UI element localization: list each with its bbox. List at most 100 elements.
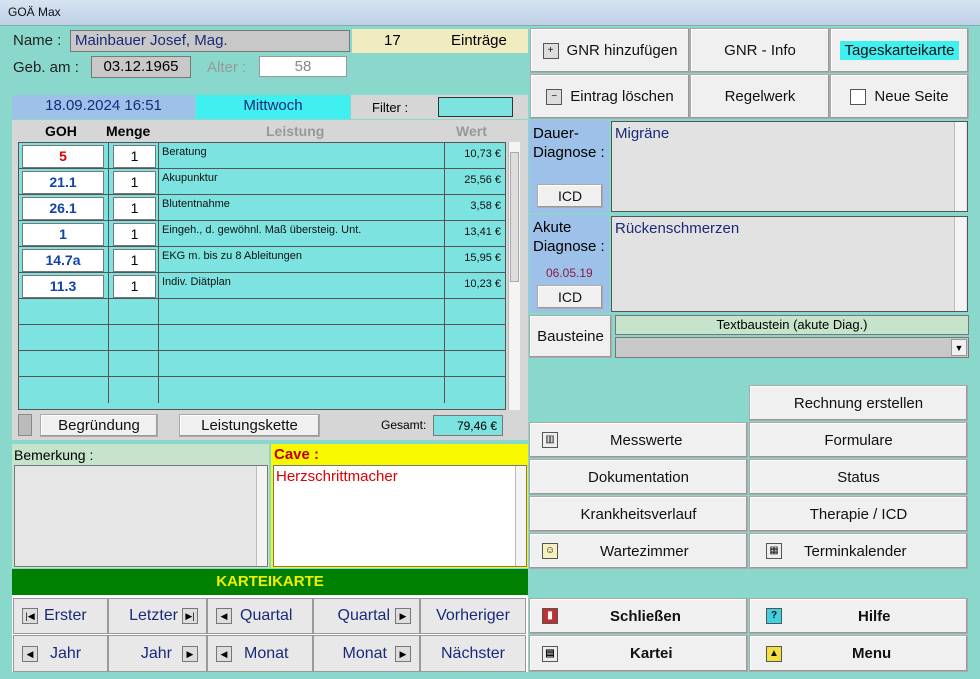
- akut-icd-button[interactable]: ICD: [537, 285, 603, 309]
- wert-cell: 25,56 €: [464, 174, 501, 186]
- goh-cell[interactable]: 1: [22, 223, 104, 246]
- gnr-add-button[interactable]: + GNR hinzufügen: [530, 28, 690, 73]
- wert-cell: 15,95 €: [464, 252, 501, 264]
- title-bar: GOÄ Max: [0, 0, 980, 26]
- nav-quarter-next-button[interactable]: Quartal ▶: [313, 598, 420, 634]
- messwerte-button[interactable]: ▥ Messwerte: [529, 422, 748, 458]
- leistung-cell: Akupunktur: [162, 172, 218, 184]
- terminkalender-button[interactable]: ▦ Terminkalender: [749, 533, 968, 569]
- nav-label: Letzter: [129, 607, 178, 624]
- formulare-button[interactable]: Formulare: [749, 422, 968, 458]
- regelwerk-button[interactable]: Regelwerk: [690, 74, 830, 119]
- dauer-scrollbar[interactable]: [954, 122, 966, 211]
- therapie-button[interactable]: Therapie / ICD: [749, 496, 968, 532]
- entry-delete-button[interactable]: − Eintrag löschen: [530, 74, 690, 119]
- goh-cell[interactable]: 5: [22, 145, 104, 168]
- dauer-diagnose-field[interactable]: Migräne: [611, 121, 968, 212]
- exit-door-icon: ▮: [542, 608, 558, 624]
- nav-first-button[interactable]: |◀ Erster: [13, 598, 108, 634]
- patient-name-field[interactable]: Mainbauer Josef, Mag.: [70, 30, 350, 52]
- menge-cell[interactable]: 1: [113, 171, 156, 194]
- wartezimmer-button[interactable]: ☺ Wartezimmer: [529, 533, 748, 569]
- textbaustein-select[interactable]: ▼: [615, 337, 969, 358]
- entries-count: 17: [384, 32, 401, 49]
- begruendung-button[interactable]: Begründung: [40, 414, 158, 437]
- filter-input[interactable]: [438, 97, 513, 117]
- col-wert: Wert: [456, 123, 487, 139]
- empty-row[interactable]: [19, 377, 505, 403]
- col-leistung: Leistung: [266, 123, 325, 139]
- nav-quarter-prev-button[interactable]: ◀ Quartal: [207, 598, 313, 634]
- goh-cell[interactable]: 14.7a: [22, 249, 104, 272]
- menge-cell[interactable]: 1: [113, 145, 156, 168]
- nav-label: Monat: [244, 644, 289, 662]
- empty-row[interactable]: [19, 351, 505, 377]
- leistung-cell: EKG m. bis zu 8 Ableitungen: [162, 250, 303, 262]
- leistung-cell: Beratung: [162, 146, 207, 158]
- tageskarte-button[interactable]: Tageskarteikarte: [830, 28, 969, 73]
- menge-cell[interactable]: 1: [113, 275, 156, 298]
- wert-cell: 13,41 €: [464, 226, 501, 238]
- goh-cell[interactable]: 21.1: [22, 171, 104, 194]
- empty-row[interactable]: [19, 325, 505, 351]
- shapes-menu-icon: ▲: [766, 645, 782, 662]
- nav-previous-button[interactable]: Vorheriger: [420, 598, 526, 634]
- bausteine-button[interactable]: Bausteine: [529, 315, 612, 358]
- akut-date: 06.05.19: [546, 266, 593, 280]
- plus-icon: +: [542, 42, 559, 59]
- menge-cell[interactable]: 1: [113, 197, 156, 220]
- table-row[interactable]: 1 1 Eingeh., d. gewöhnl. Maß übersteig. Un…: [19, 221, 505, 247]
- dauer-icd-button[interactable]: ICD: [537, 184, 603, 208]
- calendar-icon: ▦: [766, 543, 782, 559]
- table-row[interactable]: 26.1 1 Blutentnahme 3,58 €: [19, 195, 505, 221]
- filter-bar: Filter :: [351, 95, 528, 119]
- schliessen-label: Schließen: [610, 607, 681, 625]
- chevron-down-icon[interactable]: ▼: [951, 339, 967, 356]
- minus-icon: −: [546, 88, 563, 105]
- row-selector[interactable]: [18, 414, 32, 436]
- gnr-info-button[interactable]: GNR - Info: [690, 28, 830, 73]
- menge-cell[interactable]: 1: [113, 223, 156, 246]
- status-button[interactable]: Status: [749, 459, 968, 495]
- empty-row[interactable]: [19, 299, 505, 325]
- age-field[interactable]: 58: [259, 56, 347, 77]
- rechnung-button[interactable]: Rechnung erstellen: [749, 385, 968, 421]
- akut-scrollbar[interactable]: [954, 217, 966, 311]
- goh-cell[interactable]: 26.1: [22, 197, 104, 220]
- dob-label: Geb. am :: [13, 59, 79, 76]
- krankheitsverlauf-button[interactable]: Krankheitsverlauf: [529, 496, 748, 532]
- messwerte-label: Messwerte: [610, 431, 683, 449]
- table-row[interactable]: 11.3 1 Indiv. Diätplan 10,23 €: [19, 273, 505, 299]
- nav-label: Monat: [342, 644, 387, 662]
- dob-field[interactable]: 03.12.1965: [91, 56, 191, 78]
- nav-last-button[interactable]: Letzter ▶|: [108, 598, 207, 634]
- akut-diagnose-field[interactable]: Rückenschmerzen: [611, 216, 968, 312]
- table-row[interactable]: 14.7a 1 EKG m. bis zu 8 Ableitungen 15,95 €: [19, 247, 505, 273]
- nav-year-next-button[interactable]: Jahr ▶: [108, 635, 207, 672]
- bemerkung-textarea[interactable]: [14, 465, 268, 567]
- schliessen-button[interactable]: ▮ Schließen: [529, 598, 748, 634]
- neue-seite-button[interactable]: Neue Seite: [830, 74, 969, 119]
- bemerkung-scrollbar[interactable]: [256, 466, 267, 566]
- kartei-button[interactable]: ▤ Kartei: [529, 635, 748, 672]
- cave-textarea[interactable]: Herzschrittmacher: [273, 465, 527, 567]
- leistungskette-button[interactable]: Leistungskette: [179, 414, 320, 437]
- table-row[interactable]: 21.1 1 Akupunktur 25,56 €: [19, 169, 505, 195]
- services-table: 5 1 Beratung 10,73 € 21.1 1 Akupunktur 25,56 €…: [18, 142, 506, 410]
- menu-label: Menu: [852, 645, 892, 662]
- arrow-left-icon: ◀: [22, 645, 38, 662]
- nav-month-next-button[interactable]: Monat ▶: [313, 635, 420, 672]
- table-scrollbar[interactable]: [508, 142, 520, 410]
- nav-next-button[interactable]: Nächster: [420, 635, 526, 672]
- table-row[interactable]: 5 1 Beratung 10,73 €: [19, 143, 505, 169]
- cave-scrollbar[interactable]: [515, 466, 526, 566]
- hilfe-button[interactable]: ? Hilfe: [749, 598, 968, 634]
- chart-icon: ▥: [542, 432, 558, 448]
- nav-year-prev-button[interactable]: ◀ Jahr: [13, 635, 108, 672]
- menu-button[interactable]: ▲ Menu: [749, 635, 968, 672]
- nav-month-prev-button[interactable]: ◀ Monat: [207, 635, 313, 672]
- dokumentation-button[interactable]: Dokumentation: [529, 459, 748, 495]
- menge-cell[interactable]: 1: [113, 249, 156, 272]
- tageskarte-label: Tageskarteikarte: [840, 41, 959, 60]
- goh-cell[interactable]: 11.3: [22, 275, 104, 298]
